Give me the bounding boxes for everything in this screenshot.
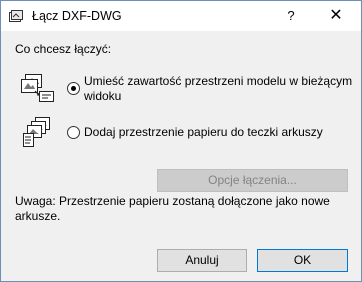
app-icon [9,10,23,22]
note-text: Uwaga: Przestrzenie papieru zostaną dołą… [15,194,330,223]
option-paper-space-label[interactable]: Dodaj przestrzenie papieru do teczki ark… [84,125,323,140]
close-button[interactable]: ✕ [313,1,359,31]
window-title: Łącz DXF-DWG [32,9,122,23]
title-bar[interactable]: Łącz DXF-DWG ? ✕ [1,1,361,31]
dialog-window: Łącz DXF-DWG ? ✕ Co chcesz łączyć: Umieś… [0,0,362,282]
help-button[interactable]: ? [276,1,306,31]
ok-button[interactable]: OK [257,249,348,272]
option-model-space-line1: Umieść zawartość przestrzeni modelu w bi… [84,74,353,88]
paper-space-icon [23,117,50,147]
option-paper-space-radio[interactable] [67,126,80,139]
separator [2,235,360,236]
model-space-icon [21,74,54,102]
prompt-label: Co chcesz łączyć: [15,42,112,56]
option-model-space-label[interactable]: Umieść zawartość przestrzeni modelu w bi… [84,74,352,104]
option-model-space-line2: widoku [84,89,122,103]
cancel-button[interactable]: Anuluj [157,249,247,272]
option-model-space-radio[interactable] [67,82,80,95]
link-options-button[interactable]: Opcje łączenia... [157,169,348,192]
option-paper-space-line1: Dodaj przestrzenie papieru do teczki ark… [84,125,323,139]
